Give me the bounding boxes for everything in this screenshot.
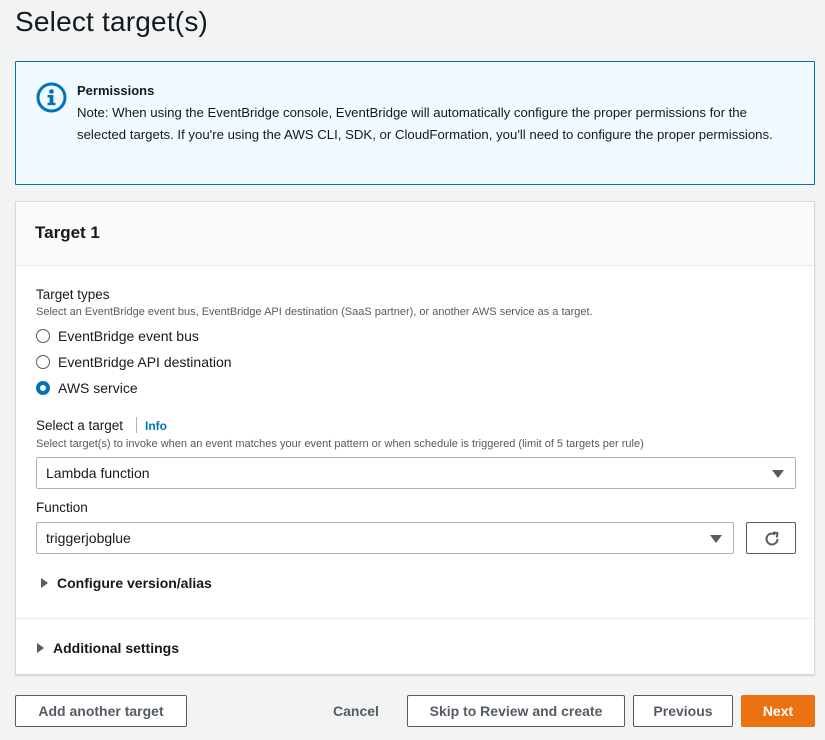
radio-label-aws-service[interactable]: AWS service (58, 380, 138, 396)
next-button[interactable]: Next (741, 695, 815, 727)
panel-title: Target 1 (35, 223, 100, 242)
add-another-target-button[interactable]: Add another target (15, 695, 187, 727)
caret-down-icon (772, 470, 784, 478)
target-panel: Target 1 Target types Select an EventBri… (15, 201, 815, 675)
target-types-label: Target types (36, 287, 110, 302)
select-target-description: Select target(s) to invoke when an event… (36, 438, 644, 450)
info-link[interactable]: Info (145, 419, 167, 433)
target-select-value: Lambda function (46, 465, 150, 481)
configure-version-alias-label: Configure version/alias (57, 575, 212, 591)
radio-eventbridge-api-destination[interactable] (36, 355, 50, 369)
caret-down-icon (710, 535, 722, 543)
additional-settings-label: Additional settings (53, 640, 179, 656)
function-select-value: triggerjobglue (46, 530, 131, 546)
function-label: Function (36, 500, 88, 515)
alert-title: Permissions (77, 83, 155, 98)
radio-eventbridge-event-bus[interactable] (36, 329, 50, 343)
function-select[interactable]: triggerjobglue (36, 522, 734, 554)
additional-settings-expander[interactable]: Additional settings (37, 640, 179, 656)
permissions-alert: Permissions Note: When using the EventBr… (15, 61, 815, 185)
page-title: Select target(s) (15, 6, 209, 37)
radio-aws-service[interactable] (36, 381, 50, 395)
select-target-label: Select a target (36, 418, 124, 433)
caret-right-icon (37, 643, 44, 653)
radio-label-event-bus[interactable]: EventBridge event bus (58, 328, 199, 344)
target-select[interactable]: Lambda function (36, 457, 796, 489)
panel-header: Target 1 (16, 202, 814, 266)
target-types-description: Select an EventBridge event bus, EventBr… (36, 306, 593, 318)
divider (16, 618, 814, 619)
alert-body: Note: When using the EventBridge console… (77, 105, 773, 142)
info-separator (136, 417, 137, 433)
cancel-button[interactable]: Cancel (333, 695, 379, 727)
info-icon (36, 82, 67, 113)
skip-to-review-button[interactable]: Skip to Review and create (407, 695, 625, 727)
caret-right-icon (41, 578, 48, 588)
previous-button[interactable]: Previous (633, 695, 733, 727)
radio-label-api-destination[interactable]: EventBridge API destination (58, 354, 232, 370)
refresh-button[interactable] (746, 522, 796, 554)
refresh-icon (765, 531, 779, 546)
configure-version-alias-expander[interactable]: Configure version/alias (41, 575, 212, 591)
